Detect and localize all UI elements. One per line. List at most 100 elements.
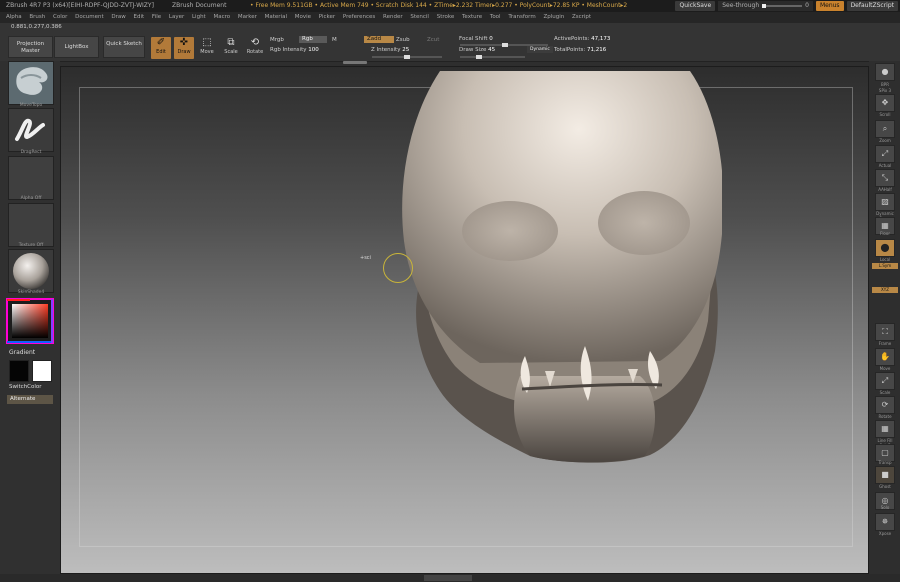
menu-movie[interactable]: Movie xyxy=(295,12,311,23)
aahalf-icon: ⤡ xyxy=(881,173,889,182)
spix-label[interactable]: SPix 3 xyxy=(872,88,898,93)
xpose-button[interactable]: ✵ xyxy=(875,513,895,531)
ghost-icon: ■ xyxy=(881,470,889,479)
scroll-button[interactable]: ✥ xyxy=(875,94,895,112)
menu-edit[interactable]: Edit xyxy=(134,12,145,23)
move-icon: ⬚ xyxy=(202,37,212,48)
rgb-toggle[interactable]: Rgb xyxy=(299,36,327,43)
menu-file[interactable]: File xyxy=(152,12,161,23)
scroll-icon: ✥ xyxy=(881,98,889,107)
focal-shift-knob[interactable] xyxy=(502,43,508,47)
menu-stencil[interactable]: Stencil xyxy=(410,12,429,23)
bpr-button[interactable]: ● xyxy=(875,63,895,81)
menu-alpha[interactable]: Alpha xyxy=(6,12,22,23)
edit-mode-button[interactable]: ✐ Edit xyxy=(151,37,171,59)
cursor-label: +sci xyxy=(360,255,371,261)
xyz-button[interactable]: XYZ xyxy=(872,287,898,293)
frame-button[interactable]: ⛶ xyxy=(875,323,895,341)
menu-zscript[interactable]: Zscript xyxy=(572,12,591,23)
saturation-value-square[interactable] xyxy=(12,304,48,338)
alpha-thumbnail[interactable] xyxy=(8,156,54,200)
zsub-toggle[interactable]: Zsub xyxy=(396,37,410,43)
edit-icon: ✐ xyxy=(156,37,166,48)
see-through-slider[interactable]: See-through 0 xyxy=(718,1,813,11)
frame-label: Frame xyxy=(878,341,892,346)
aahalf-button[interactable]: ⤡ xyxy=(875,169,895,187)
menu-layer[interactable]: Layer xyxy=(169,12,184,23)
menu-zplugin[interactable]: Zplugin xyxy=(543,12,564,23)
menu-tool[interactable]: Tool xyxy=(490,12,501,23)
move-view-button[interactable]: ✋ xyxy=(875,348,895,366)
local-button[interactable]: ⬤ xyxy=(875,239,895,257)
menu-texture[interactable]: Texture xyxy=(462,12,482,23)
menu-light[interactable]: Light xyxy=(192,12,206,23)
mrgb-toggle[interactable]: Mrgb xyxy=(270,37,284,43)
texture-thumbnail[interactable] xyxy=(8,203,54,247)
menu-document[interactable]: Document xyxy=(75,12,104,23)
menus-button[interactable]: Menus xyxy=(815,1,844,11)
zadd-toggle[interactable]: Zadd xyxy=(364,36,394,43)
persp-button[interactable]: ▨ xyxy=(875,193,895,211)
actual-button[interactable]: ⤢ xyxy=(875,145,895,163)
active-points-readout: ActivePoints: 47,173 xyxy=(554,36,610,42)
quick-sketch-button[interactable]: Quick Sketch xyxy=(103,36,145,58)
rgb-intensity-slider[interactable]: Rgb Intensity 100 xyxy=(270,47,319,53)
menu-stroke[interactable]: Stroke xyxy=(437,12,455,23)
menu-material[interactable]: Material xyxy=(265,12,287,23)
z-intensity-knob[interactable] xyxy=(404,55,410,59)
menu-picker[interactable]: Picker xyxy=(319,12,335,23)
see-through-track[interactable] xyxy=(762,4,803,8)
shelf-drag-handle[interactable] xyxy=(343,61,367,64)
m-toggle[interactable]: M xyxy=(332,37,337,43)
zoom-button[interactable]: ⌕ xyxy=(875,120,895,138)
quicksave-button[interactable]: QuickSave xyxy=(675,1,716,11)
color-picker[interactable] xyxy=(6,298,54,344)
material-thumbnail[interactable] xyxy=(8,249,54,293)
draw-size-knob[interactable] xyxy=(476,55,482,59)
draw-size-track[interactable] xyxy=(460,55,525,59)
z-intensity-slider[interactable]: Z Intensity 25 xyxy=(371,47,409,53)
projection-master-button[interactable]: Projection Master xyxy=(8,36,53,58)
menu-marker[interactable]: Marker xyxy=(238,12,257,23)
primary-color-swatch[interactable] xyxy=(32,360,52,382)
secondary-color-swatch[interactable] xyxy=(9,360,29,382)
gradient-label[interactable]: Gradient xyxy=(9,349,35,356)
see-through-value: 0 xyxy=(805,2,809,9)
polyframe-button[interactable]: ▦ xyxy=(875,420,895,438)
document-canvas[interactable]: +sci xyxy=(60,66,869,574)
menu-render[interactable]: Render xyxy=(383,12,403,23)
menu-preferences[interactable]: Preferences xyxy=(343,12,375,23)
rotate-view-button[interactable]: ⟳ xyxy=(875,396,895,414)
menu-draw[interactable]: Draw xyxy=(111,12,125,23)
draw-size-slider[interactable]: Draw Size 45 xyxy=(459,47,495,53)
skull-model[interactable] xyxy=(400,71,722,466)
scale-view-button[interactable]: ⤢ xyxy=(875,372,895,390)
menu-brush[interactable]: Brush xyxy=(29,12,45,23)
menu-transform[interactable]: Transform xyxy=(508,12,535,23)
dynamic-toggle[interactable]: Dynamic xyxy=(527,46,553,53)
rotate-mode-button[interactable]: ⟲ Rotate xyxy=(245,37,265,59)
draw-label: Draw xyxy=(177,49,191,55)
brush-thumbnail[interactable] xyxy=(8,61,54,105)
solo-label: Solo xyxy=(880,505,890,510)
lsym-button[interactable]: L.Sym xyxy=(872,263,898,269)
ghost-button[interactable]: ■ xyxy=(875,466,895,484)
z-intensity-track[interactable] xyxy=(372,55,442,59)
default-zscript-button[interactable]: DefaultZScript xyxy=(846,1,898,11)
focal-shift-slider[interactable]: Focal Shift 0 xyxy=(459,36,493,42)
lightbox-button[interactable]: LightBox xyxy=(54,36,99,58)
xpose-icon: ✵ xyxy=(881,517,889,526)
zcut-toggle[interactable]: Zcut xyxy=(427,37,439,43)
scale-mode-button[interactable]: ⧉ Scale xyxy=(221,37,241,59)
switchcolor-button[interactable]: SwitchColor xyxy=(9,384,42,390)
move-mode-button[interactable]: ⬚ Move xyxy=(197,37,217,59)
stroke-thumbnail[interactable] xyxy=(8,108,54,152)
menu-macro[interactable]: Macro xyxy=(213,12,230,23)
bottom-shelf-handle[interactable] xyxy=(424,575,472,581)
z-intensity-label: Z Intensity xyxy=(371,47,401,53)
menu-color[interactable]: Color xyxy=(53,12,67,23)
bpr-icon: ● xyxy=(881,67,889,76)
alternate-button[interactable]: Alternate xyxy=(7,395,53,404)
rgb-intensity-value: 100 xyxy=(308,47,319,53)
draw-mode-button[interactable]: ✜ Draw xyxy=(174,37,194,59)
